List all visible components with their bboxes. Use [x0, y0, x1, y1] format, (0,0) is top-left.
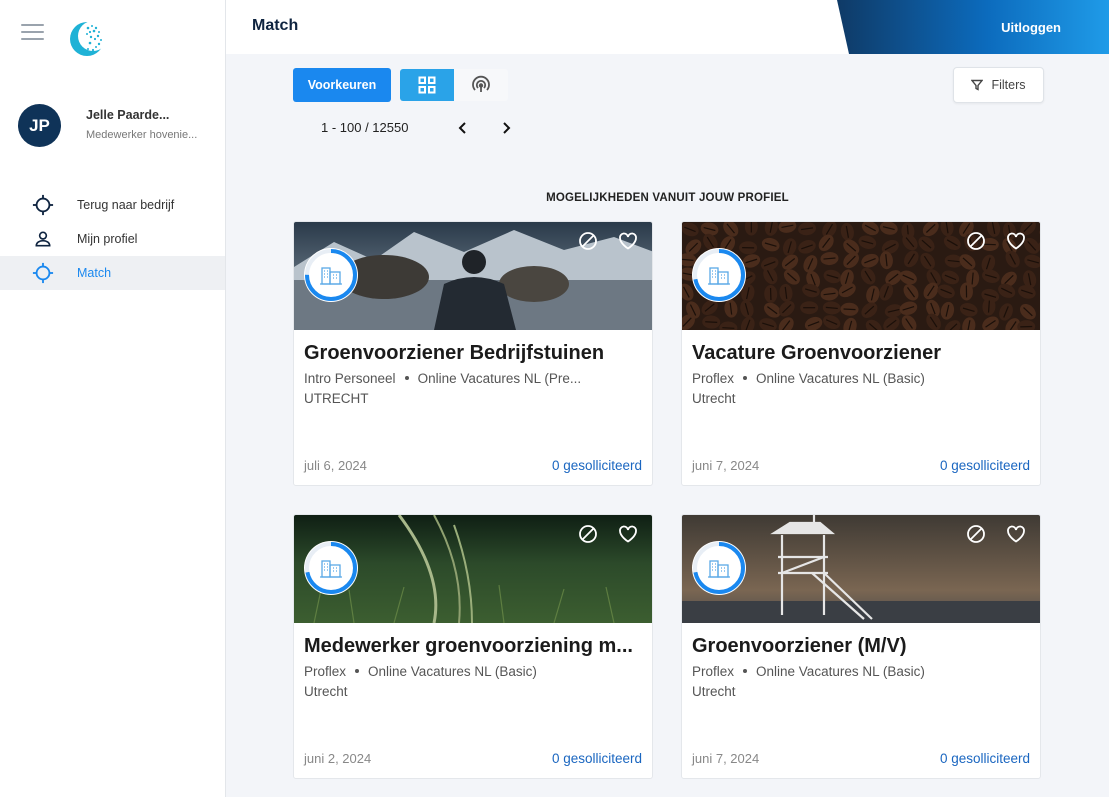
preferences-button[interactable]: Voorkeuren: [293, 68, 391, 102]
company-name: Proflex: [692, 371, 735, 386]
job-meta: Proflex Online Vacatures NL (Basic): [304, 664, 644, 679]
filters-label: Filters: [991, 78, 1026, 92]
job-meta: Proflex Online Vacatures NL (Basic): [692, 371, 1032, 386]
applied-count-link[interactable]: 0 gesolliciteerd: [940, 751, 1030, 766]
heart-icon: [619, 232, 637, 250]
dismiss-button[interactable]: [578, 524, 598, 544]
sidebar-item-label: Terug naar bedrijf: [77, 198, 175, 212]
applied-count-link[interactable]: 0 gesolliciteerd: [940, 458, 1030, 473]
chevron-right-icon: [503, 122, 511, 134]
match-score-badge: [304, 541, 358, 595]
sidebar-item-label: Match: [77, 266, 112, 280]
user-role: Medewerker hovenie...: [86, 129, 198, 141]
next-page-button[interactable]: [497, 119, 515, 137]
logout-button[interactable]: Uitloggen: [837, 0, 1109, 54]
user-profile[interactable]: JP Jelle Paarde... Medewerker hovenie...: [18, 104, 218, 148]
filter-icon: [971, 79, 984, 91]
favorite-button[interactable]: [618, 231, 638, 251]
menu-icon[interactable]: [21, 24, 44, 40]
favorite-button[interactable]: [1006, 231, 1026, 251]
job-location: Utrecht: [692, 391, 736, 406]
card-image: [682, 515, 1040, 623]
match-score-badge: [692, 541, 746, 595]
sidebar-nav: Terug naar bedrijf Mijn profiel Match: [0, 188, 225, 290]
pagination-range: 1 - 100 / 12550: [321, 120, 409, 135]
user-name: Jelle Paarde...: [86, 108, 170, 122]
prev-page-button[interactable]: [454, 119, 472, 137]
radar-icon: [472, 75, 490, 92]
sidebar-item-match[interactable]: Match: [0, 256, 225, 290]
job-source: Online Vacatures NL (Basic): [756, 664, 925, 679]
section-title: MOGELIJKHEDEN VANUIT JOUW PROFIEL: [546, 192, 789, 204]
applied-count-link[interactable]: 0 gesolliciteerd: [552, 458, 642, 473]
crosshair-icon: [31, 193, 55, 217]
header: Match Uitloggen: [226, 0, 1109, 54]
job-card[interactable]: Medewerker groenvoorziening m... Proflex…: [293, 514, 653, 779]
sidebar: JP Jelle Paarde... Medewerker hovenie...…: [0, 0, 226, 797]
job-date: juli 6, 2024: [304, 458, 367, 473]
favorite-button[interactable]: [618, 524, 638, 544]
job-meta: Proflex Online Vacatures NL (Basic): [692, 664, 1032, 679]
job-card[interactable]: Groenvoorziener Bedrijfstuinen Intro Per…: [293, 221, 653, 486]
job-title[interactable]: Groenvoorziener Bedrijfstuinen: [304, 342, 646, 365]
job-date: juni 7, 2024: [692, 751, 760, 766]
job-card[interactable]: Groenvoorziener (M/V) Proflex Online Vaca…: [681, 514, 1041, 779]
applied-count-link[interactable]: 0 gesolliciteerd: [552, 751, 642, 766]
company-name: Proflex: [304, 664, 347, 679]
dismiss-button[interactable]: [578, 231, 598, 251]
sidebar-item-terug-naar-bedrijf[interactable]: Terug naar bedrijf: [0, 188, 225, 222]
sidebar-item-label: Mijn profiel: [77, 232, 138, 246]
card-image: [682, 222, 1040, 330]
block-icon: [579, 525, 597, 543]
favorite-button[interactable]: [1006, 524, 1026, 544]
avatar: JP: [18, 104, 61, 147]
radar-view-button[interactable]: [454, 69, 508, 101]
grid-icon: [418, 76, 436, 94]
chevron-left-icon: [458, 122, 466, 134]
crosshair-icon: [31, 261, 55, 285]
person-icon: [31, 227, 55, 251]
card-image: [294, 515, 652, 623]
job-date: juni 2, 2024: [304, 751, 372, 766]
block-icon: [967, 232, 985, 250]
filters-button[interactable]: Filters: [953, 67, 1044, 103]
job-source: Online Vacatures NL (Basic): [368, 664, 537, 679]
job-date: juni 7, 2024: [692, 458, 760, 473]
job-card[interactable]: Vacature Groenvoorziener Proflex Online V…: [681, 221, 1041, 486]
heart-icon: [619, 525, 637, 543]
view-toggle: [400, 69, 508, 101]
match-score-badge: [692, 248, 746, 302]
job-source: Online Vacatures NL (Pre...: [417, 371, 582, 386]
block-icon: [579, 232, 597, 250]
dismiss-button[interactable]: [966, 524, 986, 544]
logo: [70, 21, 106, 56]
block-icon: [967, 525, 985, 543]
dismiss-button[interactable]: [966, 231, 986, 251]
job-title[interactable]: Medewerker groenvoorziening m...: [304, 635, 646, 658]
match-score-badge: [304, 248, 358, 302]
job-location: Utrecht: [692, 684, 736, 699]
page-title: Match: [252, 17, 299, 34]
job-title[interactable]: Vacature Groenvoorziener: [692, 342, 1034, 365]
sidebar-item-mijn-profiel[interactable]: Mijn profiel: [0, 222, 225, 256]
grid-view-button[interactable]: [400, 69, 454, 101]
job-location: UTRECHT: [304, 391, 369, 406]
heart-icon: [1007, 525, 1025, 543]
heart-icon: [1007, 232, 1025, 250]
job-title[interactable]: Groenvoorziener (M/V): [692, 635, 1034, 658]
company-name: Proflex: [692, 664, 735, 679]
card-image: [294, 222, 652, 330]
company-name: Intro Personeel: [304, 371, 396, 386]
job-source: Online Vacatures NL (Basic): [756, 371, 925, 386]
job-meta: Intro Personeel Online Vacatures NL (Pre.…: [304, 371, 644, 386]
job-location: Utrecht: [304, 684, 348, 699]
